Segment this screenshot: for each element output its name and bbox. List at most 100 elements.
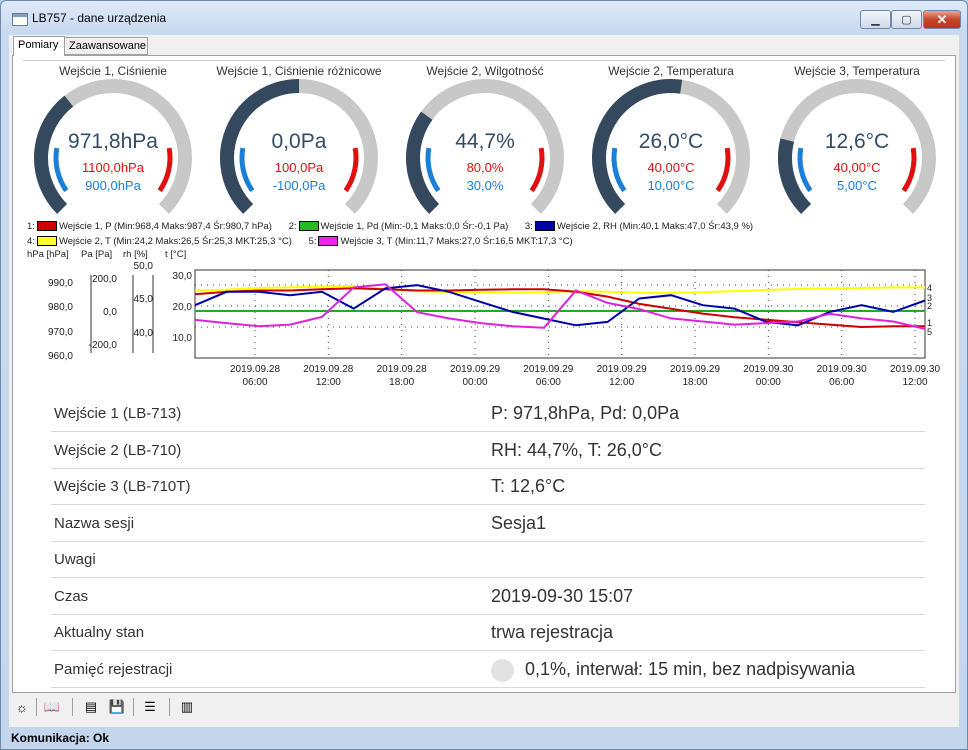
info-label: Nazwa sesji (54, 514, 135, 532)
info-row: Czas 2019-09-30 15:07 (51, 579, 925, 615)
list-icon[interactable]: ☰ (140, 698, 160, 716)
gauge-title: Wejście 2, Wilgotność (426, 64, 544, 78)
gauge-max: 1100,0hPa (82, 160, 144, 175)
gauge-title: Wejście 3, Temperatura (794, 64, 920, 78)
gauge-max: 40,00°C (647, 160, 695, 175)
x-tick-date: 2019.09.28 (377, 364, 427, 375)
info-label: Aktualny stan (54, 624, 145, 641)
gauge-value: 0,0Pa (271, 130, 327, 153)
title-bar[interactable]: LB757 - dane urządzenia ▁ ▢ ✕ (1, 1, 967, 35)
x-tick-time: 06:00 (242, 377, 267, 388)
book-icon[interactable]: 📖 (42, 698, 62, 716)
close-button[interactable]: ✕ (923, 10, 961, 29)
pdf-icon[interactable]: ▤ (81, 698, 101, 716)
x-tick-time: 18:00 (682, 377, 707, 388)
info-row: Wejście 3 (LB-710T) T: 12,6°C (51, 469, 925, 505)
gauge-value: 44,7% (455, 130, 515, 153)
x-tick-time: 12:00 (609, 377, 634, 388)
legend-text: Wejście 2, T (Min:24,2 Maks:26,5 Śr:25,3… (58, 236, 292, 247)
legend-swatch (318, 236, 339, 247)
x-tick-date: 2019.09.29 (670, 364, 720, 375)
x-tick-time: 00:00 (756, 377, 781, 388)
maximize-button[interactable]: ▢ (891, 10, 922, 29)
gauge-humidity: Wejście 2, Wilgotność 44,7% 80,0% 30,0% (395, 56, 575, 226)
axis-label-pa: Pa [Pa] (81, 249, 113, 260)
save-icon[interactable]: 💾 (107, 698, 127, 716)
series-marker: 4 (927, 283, 932, 293)
axis-label-hpa: hPa [hPa] (27, 249, 69, 260)
axis-tick-label: -200,0 (89, 340, 118, 351)
info-label: Wejście 2 (LB-710) (54, 441, 182, 459)
legend-num: 4: (27, 236, 35, 247)
info-value: 2019-09-30 15:07 (491, 585, 634, 606)
tab-pomiary[interactable]: Pomiary (13, 36, 65, 56)
toolbar-separator (36, 698, 37, 716)
gauge-max: 80,0% (466, 160, 504, 175)
status-text: Komunikacja: Ok (11, 731, 110, 745)
axis-tick-label: 10,0 (173, 333, 193, 344)
info-value: P: 971,8hPa, Pd: 0,0Pa (491, 403, 680, 423)
chart-legend-row-2: 4: Wejście 2, T (Min:24,2 Maks:26,5 Śr:25… (27, 236, 587, 247)
client-area: Pomiary Zaawansowane Wejście 1, Ciśnieni… (9, 35, 959, 727)
gauge-value: 26,0°C (638, 130, 704, 153)
history-chart[interactable]: 990,0980,0970,0960,0200,00,0-200,050,045… (13, 261, 953, 401)
legend-num: 3: (524, 221, 533, 232)
x-tick-time: 06:00 (829, 377, 854, 388)
x-tick-date: 2019.09.30 (743, 364, 793, 375)
app-icon (12, 13, 28, 26)
gauge-temperature-3: Wejście 3, Temperatura 12,6°C 40,00°C 5,… (767, 56, 947, 226)
axis-tick-label: 45,0 (134, 294, 154, 305)
toolbar-separator (169, 698, 170, 716)
legend-text: Wejście 3, T (Min:11,7 Maks:27,0 Śr:16,5… (340, 236, 573, 247)
info-label: Wejście 1 (LB-713) (54, 405, 182, 422)
settings-icon[interactable]: ☼ (12, 698, 32, 716)
chart-plot-area (194, 269, 926, 359)
series-marker: 2 (927, 301, 932, 311)
device-icon[interactable]: ▥ (177, 698, 197, 716)
legend-item: 3: Wejście 2, RH (Min:40,1 Maks:47,0 Śr:4… (525, 221, 753, 232)
x-tick-time: 12:00 (316, 377, 341, 388)
info-value: trwa rejestracja (491, 622, 614, 642)
info-label: Pamięć rejestracji (54, 660, 173, 678)
toolbar-separator (133, 698, 134, 716)
info-row: Wejście 2 (LB-710) RH: 44,7%, T: 26,0°C (51, 433, 925, 469)
info-value: Sesja1 (491, 512, 547, 533)
gauge-max: 40,00°C (833, 160, 881, 175)
legend-num: 5: (308, 236, 317, 247)
info-label: Wejście 3 (LB-710T) (54, 478, 191, 495)
x-tick-time: 00:00 (462, 377, 487, 388)
gauge-temperature-2: Wejście 2, Temperatura 26,0°C 40,00°C 10… (581, 56, 761, 226)
axis-tick-label: 970,0 (48, 327, 73, 338)
x-tick-date: 2019.09.30 (890, 364, 940, 375)
x-tick-time: 06:00 (536, 377, 561, 388)
bottom-toolbar: ☼ 📖 ▤ 💾 ☰ ▥ (9, 695, 959, 719)
legend-num: 2: (288, 221, 297, 232)
info-row: Pamięć rejestracji 0,1%, interwał: 15 min… (51, 652, 925, 688)
legend-item: 1: Wejście 1, P (Min:968,4 Maks:987,4 Śr:… (27, 221, 272, 232)
memory-usage-pie (491, 658, 514, 682)
axis-label-rh: rh [%] (123, 249, 148, 260)
legend-swatch (534, 221, 555, 232)
gauge-title: Wejście 1, Ciśnienie (59, 64, 167, 78)
gauge-value: 12,6°C (824, 130, 890, 153)
legend-swatch (298, 221, 319, 232)
gauge-value: 971,8hPa (68, 130, 158, 153)
axis-tick-label: 20,0 (173, 302, 193, 313)
legend-item: 5: Wejście 3, T (Min:11,7 Maks:27,0 Śr:16… (309, 236, 573, 247)
legend-text: Wejście 2, RH (Min:40,1 Maks:47,0 Śr:43,… (556, 221, 754, 232)
gauge-min: 30,0% (466, 178, 504, 193)
info-row: Uwagi (51, 542, 925, 578)
minimize-button[interactable]: ▁ (860, 10, 891, 29)
axis-tick-label: 980,0 (48, 302, 73, 313)
window-title: LB757 - dane urządzenia (32, 11, 167, 25)
x-tick-date: 2019.09.28 (230, 364, 280, 375)
x-tick-date: 2019.09.29 (523, 364, 573, 375)
info-label: Czas (54, 587, 89, 605)
toolbar-separator (72, 698, 73, 716)
x-tick-date: 2019.09.30 (817, 364, 867, 375)
x-tick-date: 2019.09.28 (303, 364, 353, 375)
gauge-title: Wejście 1, Ciśnienie różnicowe (216, 64, 382, 78)
legend-text: Wejście 1, P (Min:968,4 Maks:987,4 Śr:98… (58, 221, 272, 232)
info-row: Nazwa sesji Sesja1 (51, 506, 925, 542)
tab-zaawansowane[interactable]: Zaawansowane (64, 37, 148, 55)
